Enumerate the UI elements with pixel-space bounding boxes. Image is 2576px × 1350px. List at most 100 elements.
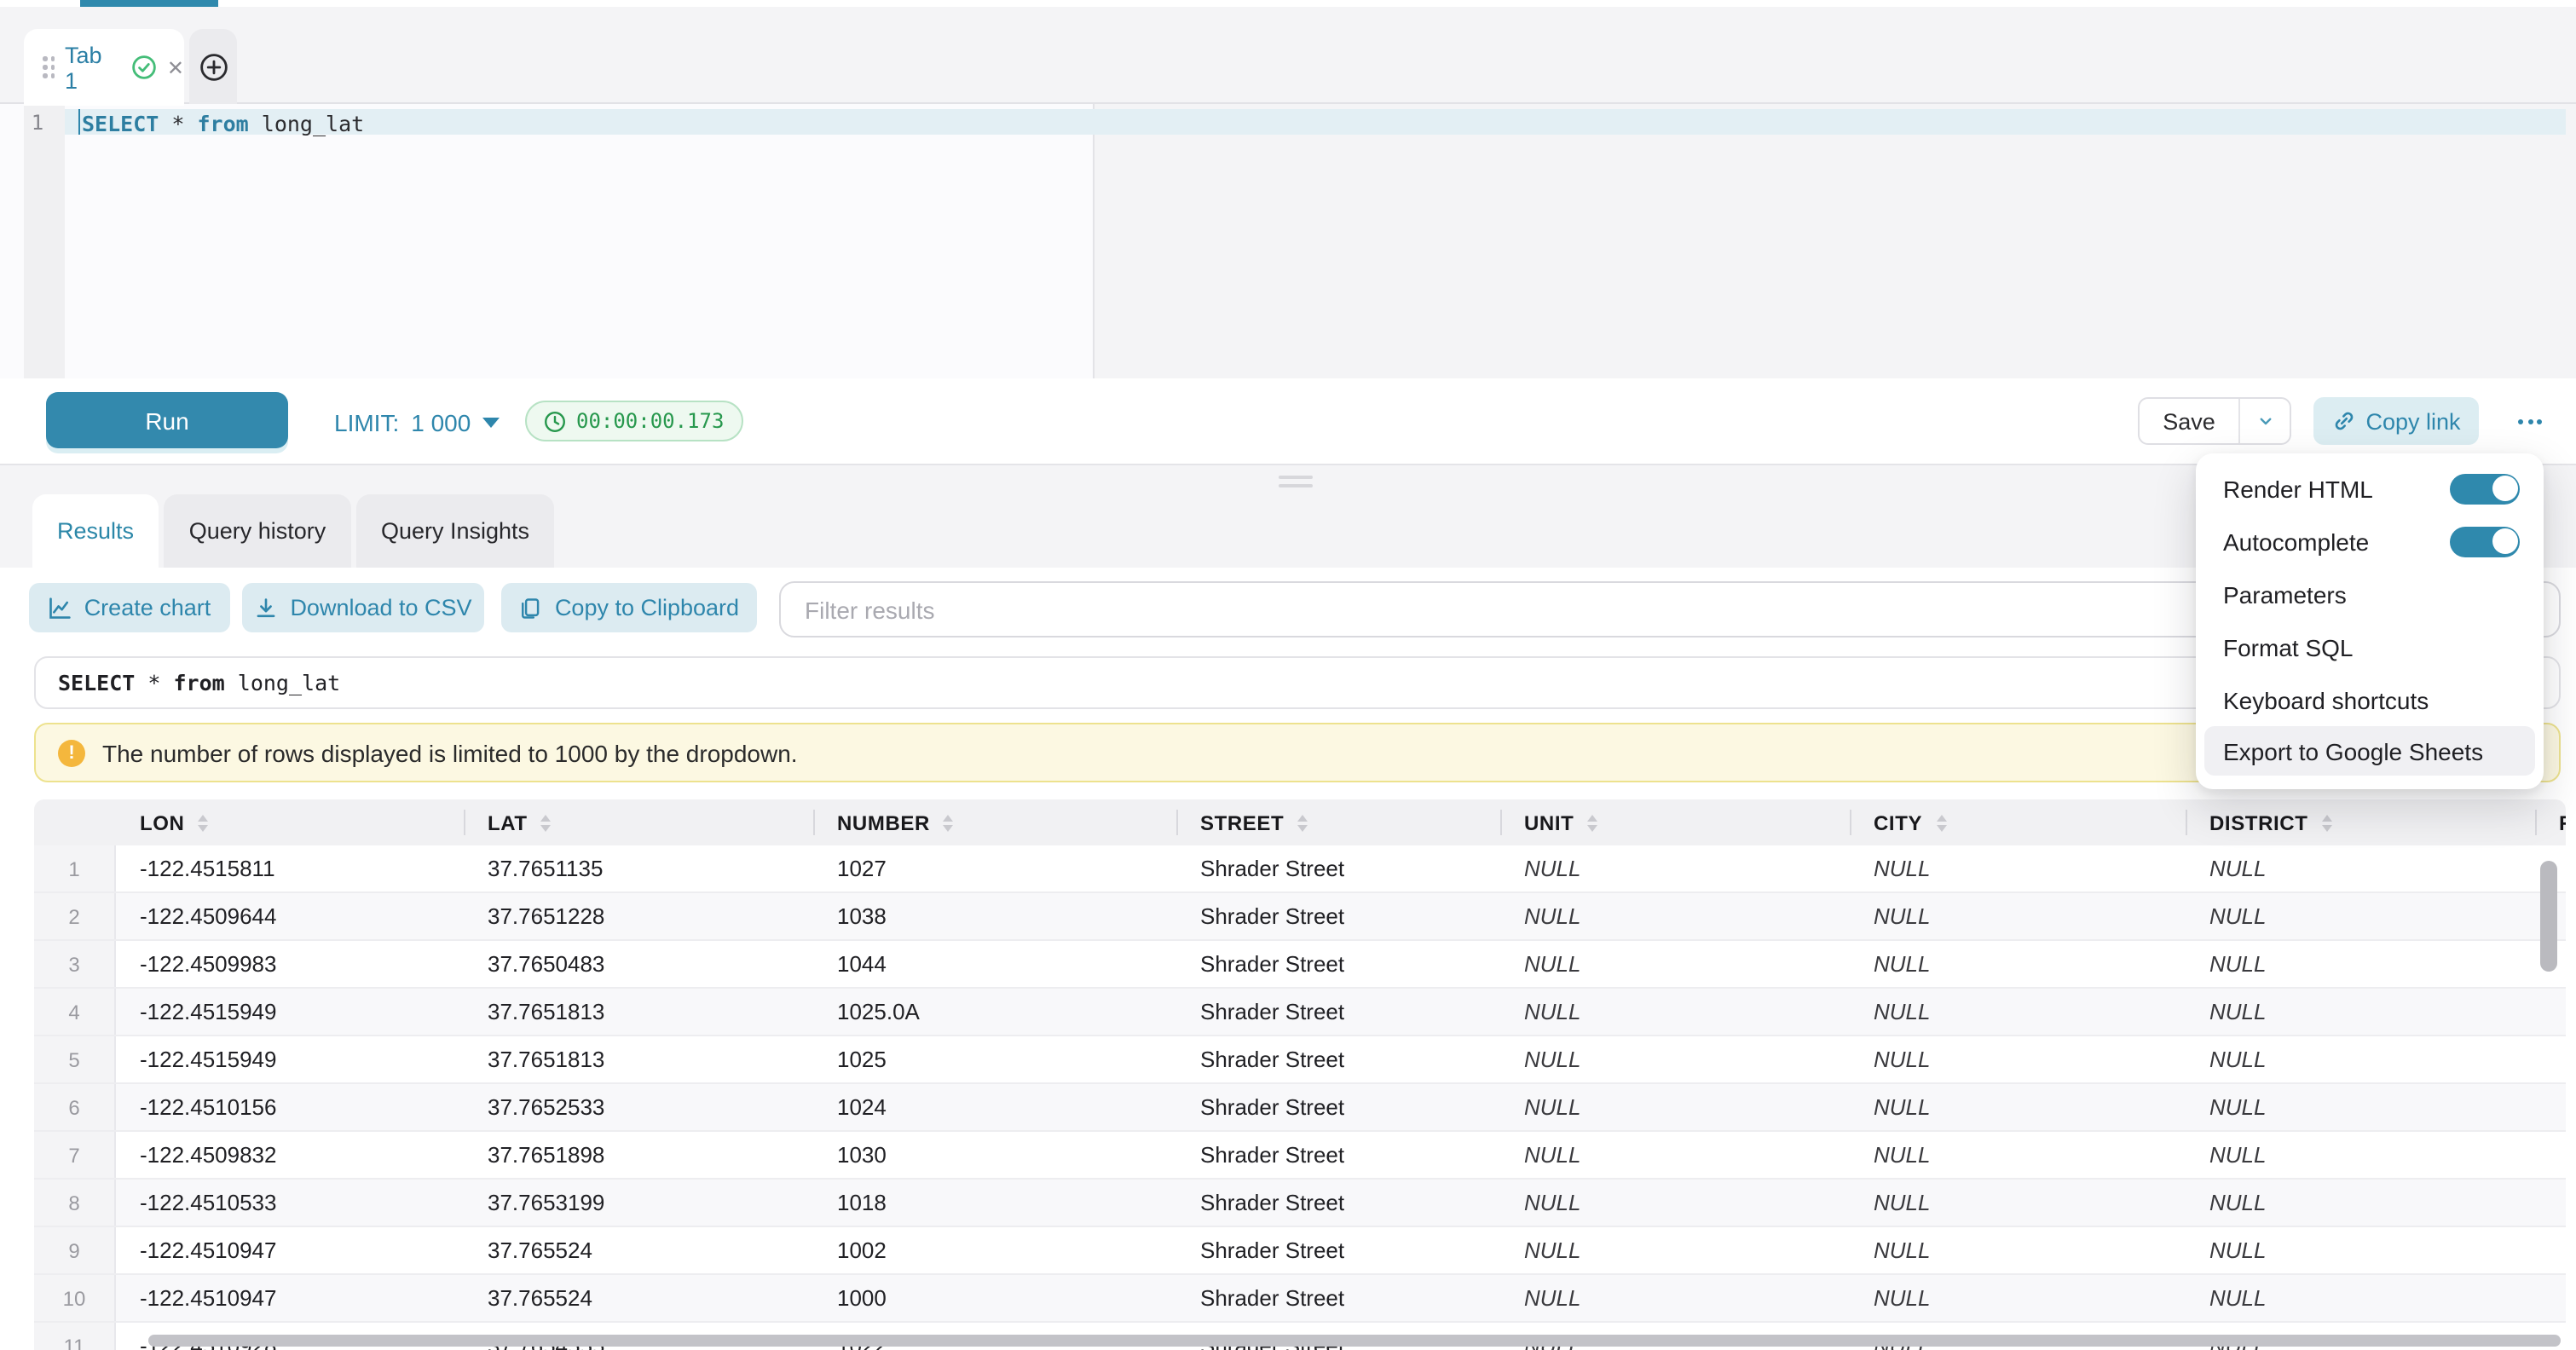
tab-query-insights[interactable]: Query Insights (356, 494, 554, 568)
cell-number[interactable]: 1025 (813, 1036, 1176, 1082)
render-html-toggle[interactable] (2450, 473, 2520, 504)
code-editor[interactable]: 1 SELECT * from long_lat (0, 104, 2576, 378)
cell-number[interactable]: 1044 (813, 941, 1176, 987)
cell-district[interactable]: NULL (2186, 893, 2535, 939)
cell-unit[interactable]: NULL (1500, 989, 1850, 1035)
cell-street[interactable]: Shrader Street (1176, 1036, 1500, 1082)
cell-number[interactable]: 1027 (813, 845, 1176, 891)
copy-link-button[interactable]: Copy link (2313, 397, 2479, 445)
cell-number[interactable]: 1018 (813, 1180, 1176, 1226)
cell-city[interactable]: NULL (1850, 1084, 2186, 1130)
header-region[interactable]: RE (2535, 799, 2566, 845)
cell-district[interactable]: NULL (2186, 1275, 2535, 1321)
cell-district[interactable]: NULL (2186, 1227, 2535, 1273)
cell-region[interactable] (2535, 1180, 2566, 1226)
menu-item-parameters[interactable]: Parameters (2196, 568, 2544, 620)
cell-district[interactable]: NULL (2186, 1180, 2535, 1226)
cell-lat[interactable]: 37.7651898 (464, 1132, 813, 1178)
cell-street[interactable]: Shrader Street (1176, 1275, 1500, 1321)
horizontal-scrollbar[interactable] (148, 1335, 2561, 1347)
download-csv-button[interactable]: Download to CSV (242, 583, 484, 632)
cell-lat[interactable]: 37.7650483 (464, 941, 813, 987)
cell-number[interactable]: 1000 (813, 1275, 1176, 1321)
cell-lon[interactable]: -122.4509983 (116, 941, 464, 987)
row-number-cell[interactable]: 5 (34, 1036, 116, 1082)
cell-number[interactable]: 1038 (813, 893, 1176, 939)
executed-sql-bar[interactable]: SELECT * from long_lat (34, 656, 2561, 709)
row-number-cell[interactable]: 2 (34, 893, 116, 939)
cell-number[interactable]: 1002 (813, 1227, 1176, 1273)
cell-district[interactable]: NULL (2186, 941, 2535, 987)
cell-lon[interactable]: -122.4510156 (116, 1084, 464, 1130)
cell-lon[interactable]: -122.4510533 (116, 1180, 464, 1226)
new-tab-button[interactable] (189, 29, 237, 106)
cell-unit[interactable]: NULL (1500, 1084, 1850, 1130)
close-tab-icon[interactable]: ✕ (167, 57, 184, 78)
header-city[interactable]: CITY (1850, 799, 2186, 845)
cell-lon[interactable]: -122.4515949 (116, 1036, 464, 1082)
cell-lat[interactable]: 37.7653199 (464, 1180, 813, 1226)
cell-region[interactable] (2535, 1084, 2566, 1130)
row-number-cell[interactable]: 11 (34, 1323, 116, 1350)
resize-handle[interactable] (1279, 476, 1313, 491)
cell-lat[interactable]: 37.7651813 (464, 989, 813, 1035)
cell-lon[interactable]: -122.4515811 (116, 845, 464, 891)
row-number-cell[interactable]: 4 (34, 989, 116, 1035)
cell-district[interactable]: NULL (2186, 989, 2535, 1035)
cell-lon[interactable]: -122.4515949 (116, 989, 464, 1035)
autocomplete-toggle[interactable] (2450, 526, 2520, 557)
cell-lon[interactable]: -122.4510947 (116, 1275, 464, 1321)
cell-region[interactable] (2535, 1036, 2566, 1082)
cell-city[interactable]: NULL (1850, 1275, 2186, 1321)
cell-unit[interactable]: NULL (1500, 1132, 1850, 1178)
cell-lon[interactable]: -122.4509644 (116, 893, 464, 939)
cell-street[interactable]: Shrader Street (1176, 893, 1500, 939)
row-number-cell[interactable]: 8 (34, 1180, 116, 1226)
query-tab[interactable]: Tab 1 ✕ (24, 29, 184, 106)
row-number-cell[interactable]: 1 (34, 845, 116, 891)
cell-unit[interactable]: NULL (1500, 1036, 1850, 1082)
cell-street[interactable]: Shrader Street (1176, 845, 1500, 891)
tab-results[interactable]: Results (32, 494, 159, 568)
row-number-cell[interactable]: 3 (34, 941, 116, 987)
header-district[interactable]: DISTRICT (2186, 799, 2535, 845)
cell-region[interactable] (2535, 1227, 2566, 1273)
cell-street[interactable]: Shrader Street (1176, 1132, 1500, 1178)
create-chart-button[interactable]: Create chart (29, 583, 230, 632)
header-unit[interactable]: UNIT (1500, 799, 1850, 845)
cell-city[interactable]: NULL (1850, 1036, 2186, 1082)
run-button[interactable]: Run (46, 392, 288, 448)
header-street[interactable]: STREET (1176, 799, 1500, 845)
cell-city[interactable]: NULL (1850, 893, 2186, 939)
menu-item-autocomplete[interactable]: Autocomplete (2196, 515, 2544, 568)
menu-item-keyboard-shortcuts[interactable]: Keyboard shortcuts (2196, 673, 2544, 726)
cell-number[interactable]: 1024 (813, 1084, 1176, 1130)
row-number-cell[interactable]: 9 (34, 1227, 116, 1273)
cell-number[interactable]: 1030 (813, 1132, 1176, 1178)
cell-street[interactable]: Shrader Street (1176, 1227, 1500, 1273)
header-number[interactable]: NUMBER (813, 799, 1176, 845)
cell-city[interactable]: NULL (1850, 989, 2186, 1035)
cell-city[interactable]: NULL (1850, 1132, 2186, 1178)
row-number-cell[interactable]: 10 (34, 1275, 116, 1321)
cell-city[interactable]: NULL (1850, 1180, 2186, 1226)
save-button[interactable]: Save (2140, 399, 2238, 443)
cell-unit[interactable]: NULL (1500, 1275, 1850, 1321)
cell-lat[interactable]: 37.765524 (464, 1227, 813, 1273)
cell-street[interactable]: Shrader Street (1176, 941, 1500, 987)
row-number-cell[interactable]: 6 (34, 1084, 116, 1130)
save-options-button[interactable] (2238, 399, 2290, 443)
cell-district[interactable]: NULL (2186, 1132, 2535, 1178)
cell-city[interactable]: NULL (1850, 845, 2186, 891)
cell-unit[interactable]: NULL (1500, 893, 1850, 939)
cell-region[interactable] (2535, 989, 2566, 1035)
cell-unit[interactable]: NULL (1500, 1180, 1850, 1226)
cell-unit[interactable]: NULL (1500, 1227, 1850, 1273)
cell-lon[interactable]: -122.4509832 (116, 1132, 464, 1178)
menu-item-format-sql[interactable]: Format SQL (2196, 620, 2544, 673)
cell-lat[interactable]: 37.7651813 (464, 1036, 813, 1082)
copy-clipboard-button[interactable]: Copy to Clipboard (501, 583, 757, 632)
drag-grip-icon[interactable] (43, 57, 55, 78)
header-lon[interactable]: LON (116, 799, 464, 845)
cell-region[interactable] (2535, 1275, 2566, 1321)
